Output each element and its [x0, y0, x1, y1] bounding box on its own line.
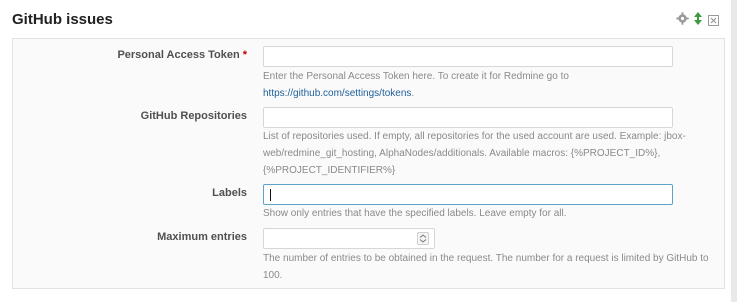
settings-form: Personal Access Token * Enter the Persona…: [12, 38, 725, 289]
token-help-suffix: .: [411, 88, 415, 99]
required-mark: *: [242, 49, 247, 61]
gear-icon[interactable]: [676, 12, 689, 25]
max-entries-input[interactable]: [263, 228, 435, 249]
token-label: Personal Access Token *: [117, 49, 247, 61]
panel-title: GitHub issues: [12, 11, 113, 28]
github-settings-link[interactable]: https://github.com/settings/tokens: [263, 88, 411, 99]
close-icon[interactable]: [708, 13, 719, 26]
max-entries-label: Maximum entries: [157, 231, 247, 243]
token-help: Enter the Personal Access Token here. To…: [263, 68, 715, 102]
number-spinner[interactable]: [417, 232, 429, 245]
repositories-help: List of repositories used. If empty, all…: [263, 131, 686, 176]
labels-help: Show only entries that have the specifie…: [263, 208, 567, 219]
github-issues-panel: GitHub issues Personal Access Token * En…: [0, 0, 731, 302]
token-help-text: Enter the Personal Access Token here. To…: [263, 71, 569, 82]
sort-arrows-icon[interactable]: [694, 12, 702, 25]
max-entries-help: The number of entries to be obtained in …: [263, 253, 709, 281]
labels-label: Labels: [212, 187, 247, 199]
repositories-input[interactable]: [263, 107, 673, 128]
labels-input[interactable]: [263, 184, 673, 205]
token-input[interactable]: [263, 46, 673, 67]
text-caret: [270, 189, 271, 201]
token-label-text: Personal Access Token: [117, 49, 240, 61]
repositories-label: GitHub Repositories: [140, 110, 247, 122]
